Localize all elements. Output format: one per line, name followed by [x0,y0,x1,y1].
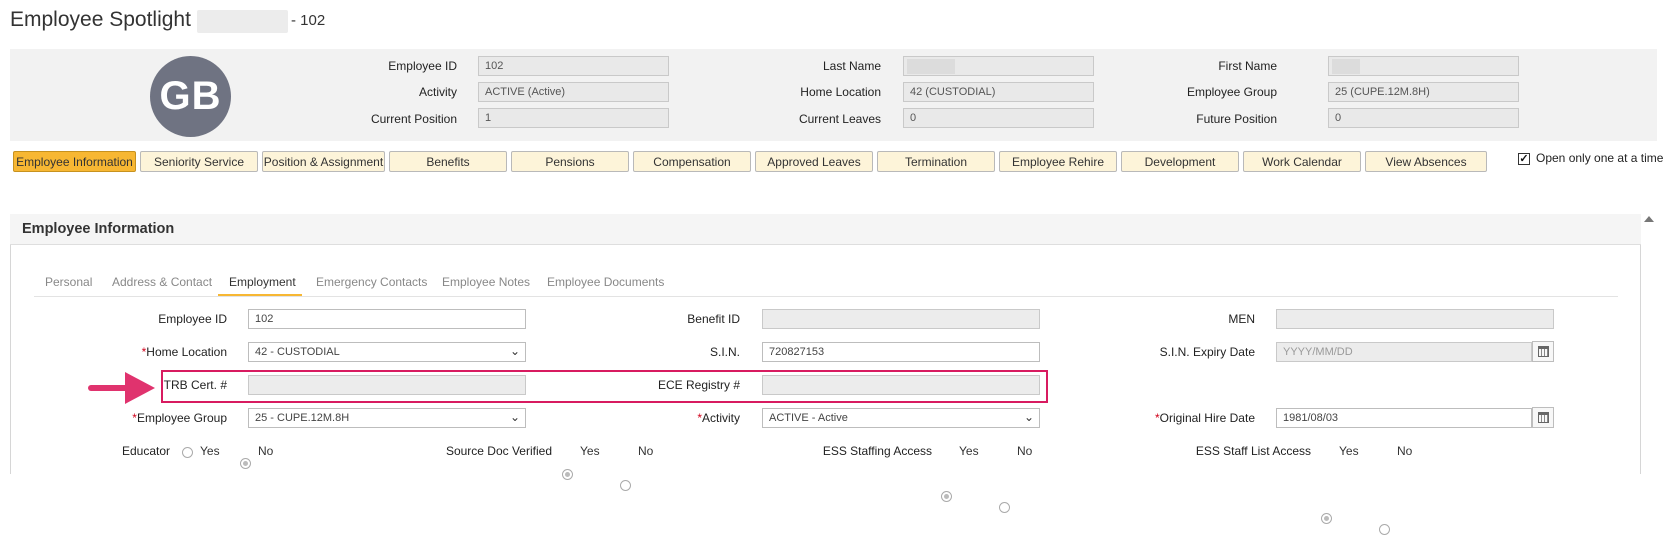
employee-id-field[interactable]: 102 [248,309,526,329]
summary-label-employee-group: Employee Group [1186,85,1277,99]
calendar-icon [1537,346,1549,357]
summary-employee-group: 25 (CUPE.12M.8H) [1328,82,1519,102]
benefit-id-field[interactable] [762,309,1040,329]
section-header[interactable] [10,214,1641,245]
summary-employee-id: 102 [478,56,669,76]
module-tab-position-assignment[interactable]: Position & Assignment [262,151,385,172]
module-tab-development[interactable]: Development [1121,151,1239,172]
sub-tab-employee-notes[interactable]: Employee Notes [442,275,530,289]
home-location-select[interactable]: 42 - CUSTODIAL ⌄ [248,342,526,362]
calendar-icon [1537,412,1549,423]
educator-yes-radio[interactable] [182,447,193,458]
source-doc-no-label: No [638,444,654,458]
source-doc-yes-radio[interactable] [562,469,573,480]
open-one-label: Open only one at a time [1536,151,1664,165]
module-tab-approved-leaves[interactable]: Approved Leaves [755,151,873,172]
open-one-checkbox[interactable]: ✓ [1518,153,1530,165]
educator-yes-label: Yes [200,444,220,458]
active-sub-tab-underline [218,294,302,296]
summary-home-location: 42 (CUSTODIAL) [903,82,1094,102]
chevron-down-icon: ⌄ [509,410,520,424]
sub-tab-employee-documents[interactable]: Employee Documents [547,275,664,289]
sub-tab-divider [34,296,1618,297]
sin-expiry-field[interactable]: YYYY/MM/DD [1276,342,1532,362]
sin-expiry-label: S.I.N. Expiry Date [1159,345,1255,359]
original-hire-date-calendar-button[interactable] [1532,407,1554,428]
employee-name-redacted [197,10,288,33]
summary-label-current-position: Current Position [370,112,457,126]
ess-staff-list-access-label: ESS Staff List Access [1195,444,1311,458]
ess-staffing-access-label: ESS Staffing Access [822,444,932,458]
redacted-last-name [907,59,955,74]
summary-last-name [903,56,1094,76]
page-title-suffix: - 102 [291,12,326,29]
check-icon: ✓ [1519,153,1529,165]
summary-activity: ACTIVE (Active) [478,82,669,102]
sub-tab-personal[interactable]: Personal [45,275,92,289]
summary-label-home-location: Home Location [800,85,881,99]
summary-first-name [1328,56,1519,76]
summary-future-position: 0 [1328,108,1519,128]
module-tab-benefits[interactable]: Benefits [389,151,507,172]
sin-field[interactable]: 720827153 [762,342,1040,362]
annotation-arrow-shaft [88,385,128,391]
annotation-arrow-icon [125,372,155,404]
summary-label-last-name: Last Name [822,59,881,73]
activity-label: *Activity [697,411,740,425]
module-tab-pensions[interactable]: Pensions [511,151,629,172]
ess-staffing-no-label: No [1017,444,1033,458]
sub-tab-employment[interactable]: Employment [229,275,296,289]
module-tab-work-calendar[interactable]: Work Calendar [1243,151,1361,172]
chevron-down-icon: ⌄ [509,344,520,358]
redacted-first-name [1332,59,1360,74]
summary-label-employee-id: Employee ID [388,59,457,73]
educator-label: Educator [121,444,170,458]
employee-id-label: Employee ID [158,312,227,326]
avatar: GB [150,56,231,137]
source-doc-yes-label: Yes [580,444,600,458]
employee-group-label: *Employee Group [132,411,227,425]
module-tab-employee-rehire[interactable]: Employee Rehire [999,151,1117,172]
scroll-up-icon[interactable] [1644,216,1654,222]
men-field[interactable] [1276,309,1554,329]
sub-tab-emergency-contacts[interactable]: Emergency Contacts [316,275,427,289]
summary-current-position: 1 [478,108,669,128]
summary-label-first-name: First Name [1218,59,1277,73]
sub-tab-address-contact[interactable]: Address & Contact [112,275,212,289]
source-doc-verified-label: Source Doc Verified [445,444,552,458]
summary-label-current-leaves: Current Leaves [798,112,881,126]
employee-group-select[interactable]: 25 - CUPE.12M.8H ⌄ [248,408,526,428]
annotation-highlight-box [161,370,1048,403]
module-tab-view-absences[interactable]: View Absences [1365,151,1487,172]
benefit-id-label: Benefit ID [687,312,740,326]
original-hire-date-field[interactable]: 1981/08/03 [1276,408,1532,428]
module-tab-employee-information[interactable]: Employee Information [13,151,136,172]
summary-label-activity: Activity [418,85,457,99]
ess-staffing-yes-label: Yes [959,444,979,458]
page-title: Employee Spotlight [10,8,191,31]
educator-no-label: No [258,444,274,458]
chevron-down-icon: ⌄ [1023,410,1034,424]
module-tab-compensation[interactable]: Compensation [633,151,751,172]
section-title: Employee Information [22,221,175,237]
ess-staff-list-no-label: No [1397,444,1413,458]
ess-staffing-yes-radio[interactable] [941,491,952,502]
educator-no-radio[interactable] [240,458,251,469]
sin-label: S.I.N. [709,345,740,359]
original-hire-date-label: *Original Hire Date [1154,411,1255,425]
summary-label-future-position: Future Position [1196,112,1277,126]
ess-staff-list-yes-radio[interactable] [1321,513,1332,524]
module-tab-termination[interactable]: Termination [877,151,995,172]
men-label: MEN [1228,312,1255,326]
ess-staff-list-yes-label: Yes [1339,444,1359,458]
ess-staff-list-no-radio[interactable] [1379,524,1390,535]
activity-select[interactable]: ACTIVE - Active ⌄ [762,408,1040,428]
sin-expiry-calendar-button[interactable] [1532,341,1554,362]
home-location-label: *Home Location [141,345,227,359]
module-tab-seniority-service[interactable]: Seniority Service [140,151,258,172]
ess-staffing-no-radio[interactable] [999,502,1010,513]
summary-current-leaves: 0 [903,108,1094,128]
source-doc-no-radio[interactable] [620,480,631,491]
